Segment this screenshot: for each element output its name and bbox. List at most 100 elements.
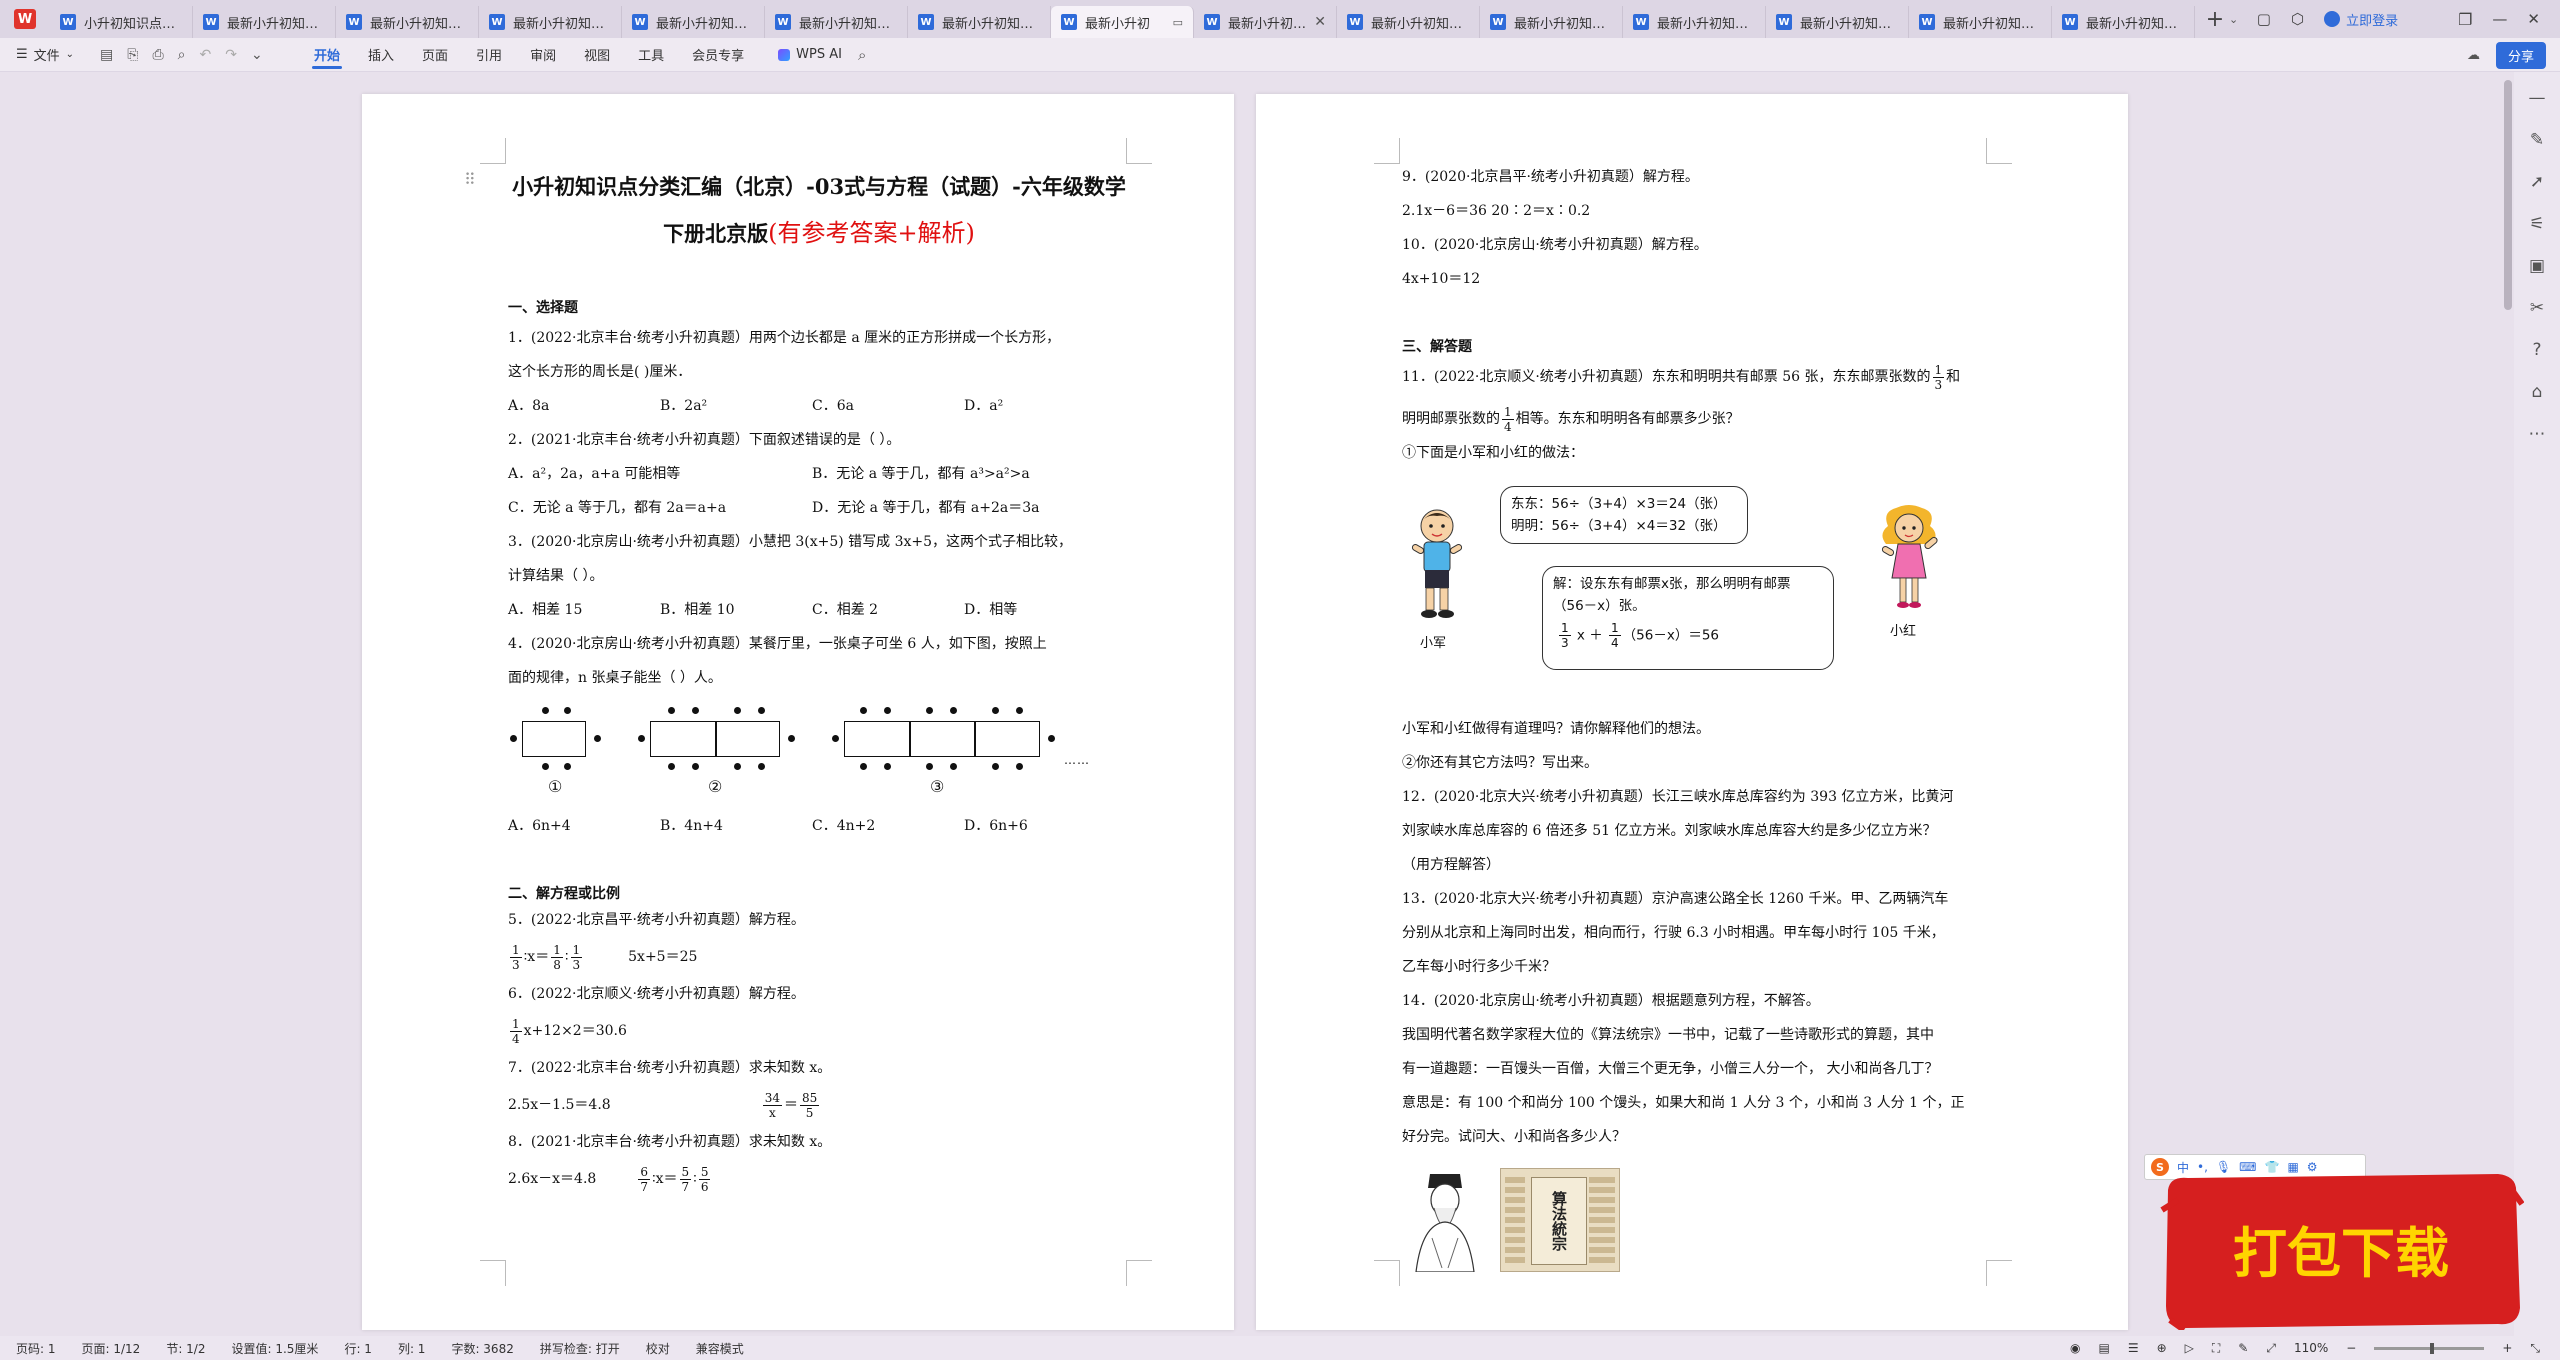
status-words[interactable]: 字数: 3682 xyxy=(451,1340,513,1357)
menu-item[interactable]: 引用 xyxy=(462,38,516,72)
document-page-2[interactable]: 9．(2020·北京昌平·统考小升初真题）解方程。 2.1x－6＝36 20∶2… xyxy=(1256,94,2128,1330)
menu-item[interactable]: 页面 xyxy=(408,38,462,72)
menu-item[interactable]: 视图 xyxy=(570,38,624,72)
question-text: 计算结果（ ）。 xyxy=(508,568,604,584)
status-pages[interactable]: 页面: 1/12 xyxy=(82,1340,141,1357)
menu-item[interactable]: 开始 xyxy=(300,38,354,72)
document-tab[interactable]: W 最新小升初知识点 xyxy=(193,6,336,38)
vertical-scrollbar[interactable] xyxy=(2504,80,2512,310)
undo-icon[interactable]: ↶ xyxy=(199,47,211,63)
seat-dot xyxy=(638,735,645,742)
close-icon[interactable]: ✕ xyxy=(1314,14,1326,30)
print-preview-icon[interactable]: ⌕ xyxy=(178,47,186,63)
pointer-icon[interactable]: ➚ xyxy=(2530,172,2544,192)
question-text: 7．(2022·北京丰台·统考小升初真题）求未知数 x。 xyxy=(508,1060,832,1076)
tools-icon[interactable]: ✂ xyxy=(2530,298,2544,318)
zoom-level[interactable]: 110% xyxy=(2294,1341,2328,1355)
zoom-out-icon[interactable]: − xyxy=(2346,1341,2356,1355)
pen-icon[interactable]: ✎ xyxy=(2238,1341,2248,1355)
document-tab[interactable]: W 最新小升初知识点 xyxy=(336,6,479,38)
document-tab[interactable]: W 最新小升初知识点 xyxy=(622,6,765,38)
zoom-in-icon[interactable]: + xyxy=(2502,1341,2512,1355)
bubble-equation: 13 x ＋ 1 4 （56－x）＝56 xyxy=(1559,621,1720,650)
document-tab[interactable]: W 最新小升初知识 ✕ xyxy=(1194,6,1337,38)
outline-view-icon[interactable]: ☰ xyxy=(2128,1341,2139,1355)
document-tab[interactable]: W 最新小升初知识点 xyxy=(1623,6,1766,38)
share-button[interactable]: 分享 xyxy=(2495,42,2546,69)
monitor-icon[interactable]: ▭ xyxy=(1173,16,1183,29)
word-doc-icon: W xyxy=(1061,14,1077,30)
close-window-icon[interactable]: ✕ xyxy=(2527,10,2540,28)
image-icon[interactable]: ▣ xyxy=(2529,256,2545,276)
download-banner[interactable]: 打包下载 xyxy=(2158,1170,2524,1330)
menu-item[interactable]: 审阅 xyxy=(516,38,570,72)
wps-ai-button[interactable]: WPS AI xyxy=(778,47,842,62)
print-icon[interactable]: ⎙ xyxy=(152,47,163,63)
more-icon[interactable]: ⋯ xyxy=(2529,424,2546,444)
search-icon[interactable]: ⌕ xyxy=(858,46,866,64)
edit-icon[interactable]: ✎ xyxy=(2530,130,2544,150)
document-tab[interactable]: W 最新小升初知识点 xyxy=(2052,6,2195,38)
fit-icon[interactable]: ⛶ xyxy=(2212,1341,2220,1356)
status-spellcheck[interactable]: 拼写检查: 打开 xyxy=(540,1340,620,1357)
seat-dot xyxy=(758,763,765,770)
equation: 2.1x－6＝36 20∶2＝x∶0.2 xyxy=(1402,203,1591,219)
document-tab[interactable]: W 最新小升初知识点 xyxy=(1337,6,1480,38)
margin-mark xyxy=(1986,1260,2012,1286)
help-icon[interactable]: ? xyxy=(2532,340,2541,360)
question-text: 这个长方形的周长是( )厘米． xyxy=(508,364,692,380)
document-page-1[interactable]: ⠿ 小升初知识点分类汇编（北京）-03式与方程（试题）-六年级数学下册北京版(有… xyxy=(362,94,1234,1330)
login-button[interactable]: 立即登录 xyxy=(2324,10,2398,29)
fit-width-icon[interactable]: ⤡ xyxy=(2530,1341,2540,1356)
web-view-icon[interactable]: ⊕ xyxy=(2157,1341,2167,1355)
export-pdf-icon[interactable]: ⎘ xyxy=(127,47,138,63)
minimize-window-icon[interactable]: — xyxy=(2492,10,2507,28)
cloud-sync-icon[interactable]: ☁ xyxy=(2467,48,2480,63)
drag-handle-icon[interactable]: ⠿ xyxy=(464,170,476,189)
margin-mark xyxy=(1374,1260,1400,1286)
restore-window-icon[interactable]: ❐ xyxy=(2458,10,2472,29)
more-chevron-icon[interactable]: ⌄ xyxy=(251,47,263,63)
play-icon[interactable]: ▷ xyxy=(2185,1341,2194,1355)
scholar-portrait-image xyxy=(1402,1168,1488,1272)
ribbon-right-controls: ☁ 分享 xyxy=(2467,42,2546,69)
status-proof[interactable]: 校对 xyxy=(646,1340,670,1357)
option: D．a² xyxy=(964,398,1004,414)
document-tab[interactable]: W 最新小升初 ▭ xyxy=(1051,6,1194,38)
status-row: 行: 1 xyxy=(344,1341,372,1356)
menu-item[interactable]: 会员专享 xyxy=(678,38,758,72)
seat-dot xyxy=(926,707,933,714)
redo-icon[interactable]: ↷ xyxy=(225,47,237,63)
collapse-icon[interactable]: — xyxy=(2529,88,2546,108)
document-tab[interactable]: W 最新小升初知识点 xyxy=(1909,6,2052,38)
document-tab[interactable]: W 最新小升初知识点 xyxy=(1480,6,1623,38)
eye-icon[interactable]: ◉ xyxy=(2070,1341,2080,1355)
document-tab[interactable]: W 最新小升初知识点 xyxy=(479,6,622,38)
zoom-slider[interactable] xyxy=(2374,1342,2485,1354)
question-text: 乙车每小时行多少千米？ xyxy=(1402,959,1556,975)
menu-item[interactable]: 插入 xyxy=(354,38,408,72)
page-view-icon[interactable]: ▤ xyxy=(2098,1341,2109,1355)
seat-dot xyxy=(950,763,957,770)
file-menu-button[interactable]: ☰ 文件 ⌄ xyxy=(0,45,90,64)
question-options: A．8a B．2a² C．6a D．a² xyxy=(508,389,1130,423)
wps-logo-icon: W xyxy=(14,9,36,29)
seat-dot xyxy=(758,707,765,714)
sliders-icon[interactable]: ⚟ xyxy=(2529,214,2544,234)
fullscreen-icon[interactable]: ⤢ xyxy=(2266,1341,2276,1356)
file-menu-label: 文件 xyxy=(33,49,60,64)
view-controls: ◉ ▤ ☰ ⊕ ▷ ⛶ ✎ ⤢ 110% − + ⤡ xyxy=(2070,1336,2540,1360)
save-icon[interactable]: ▤ xyxy=(100,47,113,63)
window-layout-icon[interactable]: ▢ xyxy=(2257,10,2271,28)
document-tab[interactable]: W 最新小升初知识点 xyxy=(908,6,1051,38)
wps-logo[interactable]: W xyxy=(0,0,50,38)
tab-dropdown-icon[interactable]: ⌄ xyxy=(2229,13,2238,26)
shirt-icon[interactable]: ⌂ xyxy=(2532,382,2543,402)
menu-item[interactable]: 工具 xyxy=(624,38,678,72)
document-tab[interactable]: W 最新小升初知识点 xyxy=(1766,6,1909,38)
seat-dot xyxy=(788,735,795,742)
cube-icon[interactable]: ⬡ xyxy=(2291,10,2304,28)
document-tab[interactable]: W 最新小升初知识点 xyxy=(765,6,908,38)
title-red: (有参考答案+解析) xyxy=(768,219,975,247)
document-tab[interactable]: W 小升初知识点分类 xyxy=(50,6,193,38)
